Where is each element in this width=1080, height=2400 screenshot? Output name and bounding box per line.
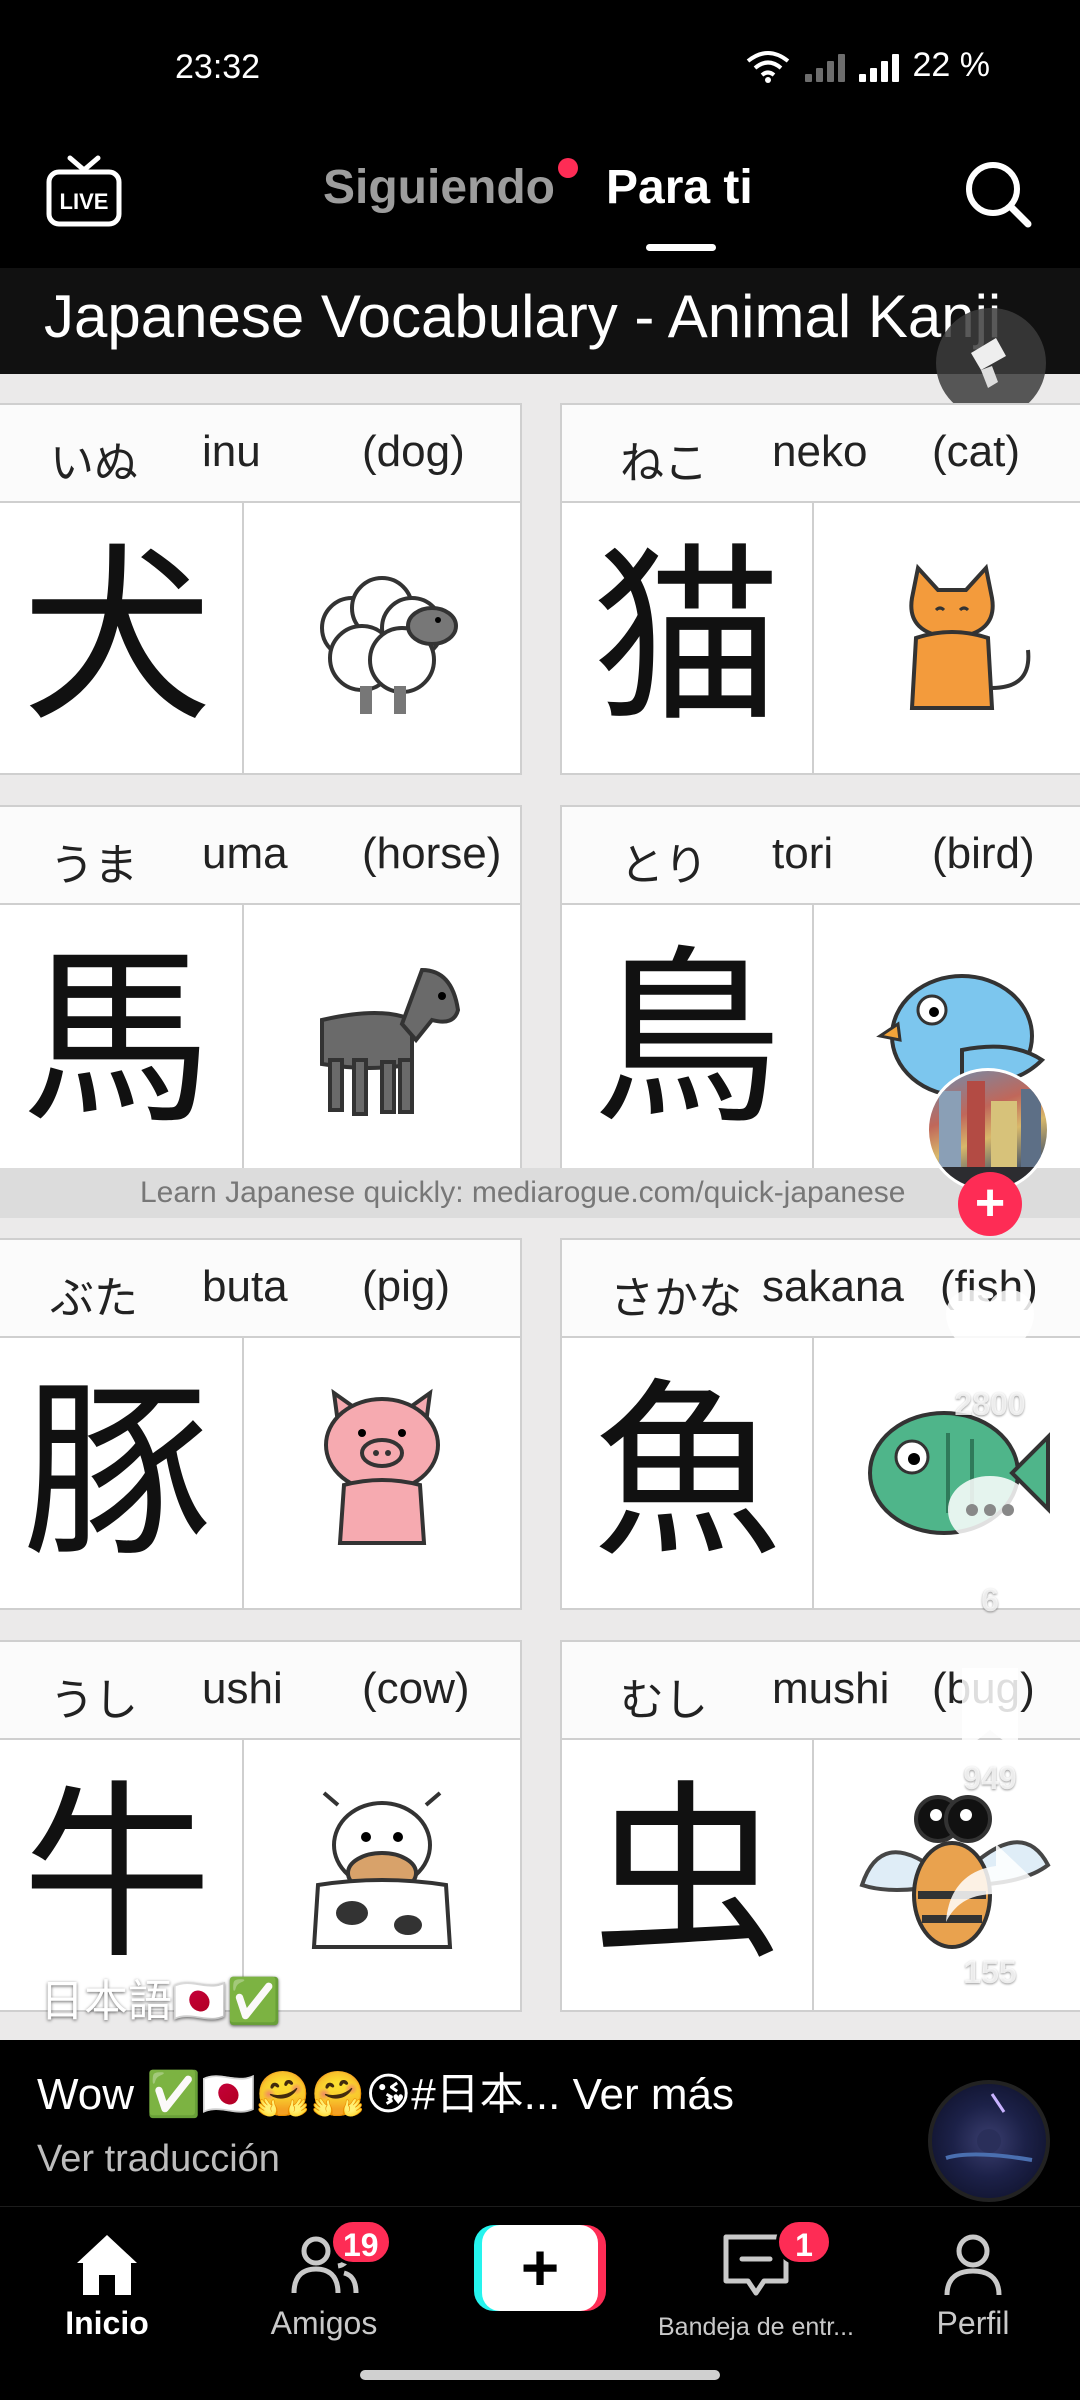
profile-icon [944,2234,1002,2296]
like-heart-icon[interactable] [940,1282,1040,1382]
like-count: 2800 [954,1386,1026,1422]
cow-illustration [244,1740,520,2010]
card-meaning: (pig) [362,1262,451,1311]
card-kanji: 鳥 [562,905,814,1175]
caption-text-row: Wow ✅🇯🇵🤗🤗😘#日本... Ver más [37,2058,734,2122]
video-overlay-text: 日本語🇯🇵✅ [40,1977,282,2026]
comment-count: 6 [981,1582,999,1618]
friends-badge: 19 [330,2219,392,2265]
following-notification-dot [558,158,578,178]
card-romaji: uma [202,829,288,878]
signal-icon-sim1 [858,50,899,82]
search-icon[interactable] [958,154,1038,234]
bookmark-icon[interactable] [940,1660,1040,1760]
status-time: 23:32 [175,48,261,86]
sheep-illustration [244,503,520,773]
home-icon [77,2235,137,2295]
share-arrow-icon[interactable] [940,1834,1040,1934]
video-caption: Wow ✅🇯🇵🤗🤗😘#日本... Ver más Ver traducción [0,2040,1080,2206]
card-romaji: mushi [772,1664,890,1713]
card-meaning: (dog) [362,427,465,476]
card-kanji: 豚 [0,1338,244,1608]
card-romaji: ushi [202,1664,283,1713]
share-count: 155 [963,1954,1017,1990]
live-icon[interactable]: LIVE [46,154,122,230]
nav-friends-label: Amigos [270,2305,378,2341]
card-header: ねこ neko (cat) [562,405,1080,503]
card-kana: うし [50,1676,138,1725]
music-disc-icon[interactable] [928,2080,1050,2202]
video-title: Japanese Vocabulary - Animal Kanji [44,283,1002,350]
card-header: とり tori (bird) [562,807,1080,905]
card-romaji: tori [772,829,834,878]
card-kana: ぶた [50,1274,138,1323]
inbox-badge: 1 [776,2219,832,2265]
horse-illustration [244,905,520,1175]
card-header: ぶた buta (pig) [0,1240,520,1338]
vocab-card-neko: ねこ neko (cat) 猫 [560,403,1080,775]
card-kanji: 犬 [0,503,244,773]
card-header: うし ushi (cow) [0,1642,520,1740]
nav-home-label: Inicio [65,2305,149,2341]
card-kanji: 馬 [0,905,244,1175]
card-kana: むし [620,1676,708,1725]
card-kana: ねこ [620,439,708,488]
card-meaning: (cat) [932,427,1020,476]
top-nav: LIVE Siguiendo Para ti [0,130,1080,268]
create-button[interactable]: + [474,2225,606,2311]
status-icons: 22 % [745,46,991,85]
card-meaning: (horse) [362,829,502,878]
follow-creator-button[interactable]: + [958,1172,1022,1236]
vocab-card-inu: いぬ inu (dog) 犬 [0,403,522,775]
card-meaning: (cow) [362,1664,470,1713]
card-meaning: (bird) [932,829,1035,878]
signal-icon-sim2 [804,50,845,82]
vocab-card-buta: ぶた buta (pig) 豚 [0,1238,522,1610]
nav-inbox-label: Bandeja de entr... [658,2313,854,2341]
card-kanji: 猫 [562,503,814,773]
wifi-icon [746,50,789,83]
vocab-card-ushi: うし ushi (cow) 牛 [0,1640,522,2012]
video-watermark: Learn Japanese quickly: mediarogue.com/q… [0,1168,1080,1218]
vocab-card-uma: うま uma (horse) 馬 [0,805,522,1177]
watermark-text: Learn Japanese quickly: mediarogue.com/q… [140,1176,906,1209]
pig-illustration [244,1338,520,1608]
status-bar: 23:32 22 % [0,0,1080,130]
caption-text: Wow ✅🇯🇵🤗🤗😘#日本... [37,2070,561,2119]
card-kana: いぬ [50,439,138,488]
home-indicator[interactable] [360,2370,720,2380]
card-header: うま uma (horse) [0,807,520,905]
save-count: 949 [963,1760,1017,1796]
tab-following[interactable]: Siguiendo [323,160,555,215]
video-title-banner: Japanese Vocabulary - Animal Kanji [0,268,1080,374]
card-kana: とり [620,841,708,890]
cat-illustration [814,503,1080,773]
nav-home[interactable]: Inicio [7,2227,207,2342]
nav-profile-label: Perfil [936,2305,1010,2341]
card-romaji: inu [202,427,261,476]
see-more-link[interactable]: Ver más [573,2070,734,2119]
nav-profile[interactable]: Perfil [873,2227,1073,2342]
card-romaji: buta [202,1262,288,1311]
card-header: いぬ inu (dog) [0,405,520,503]
card-romaji: sakana [762,1262,904,1311]
card-kana: さかな [610,1274,742,1323]
nav-friends[interactable]: Amigos 19 [224,2219,424,2342]
card-romaji: neko [772,427,868,476]
battery-level: 22 % [912,46,991,84]
card-kana: うま [50,841,138,890]
comment-icon[interactable] [940,1466,1040,1566]
card-kanji: 魚 [562,1338,814,1608]
live-label: LIVE [60,189,109,214]
nav-inbox[interactable]: Bandeja de entr... 1 [656,2219,856,2342]
tab-for-you[interactable]: Para ti [606,160,753,215]
video-badge-icon [936,308,1046,418]
plus-icon: + [520,2230,560,2304]
card-kanji: 虫 [562,1740,814,2010]
active-tab-indicator [646,244,716,251]
see-translation-link[interactable]: Ver traducción [37,2138,280,2181]
